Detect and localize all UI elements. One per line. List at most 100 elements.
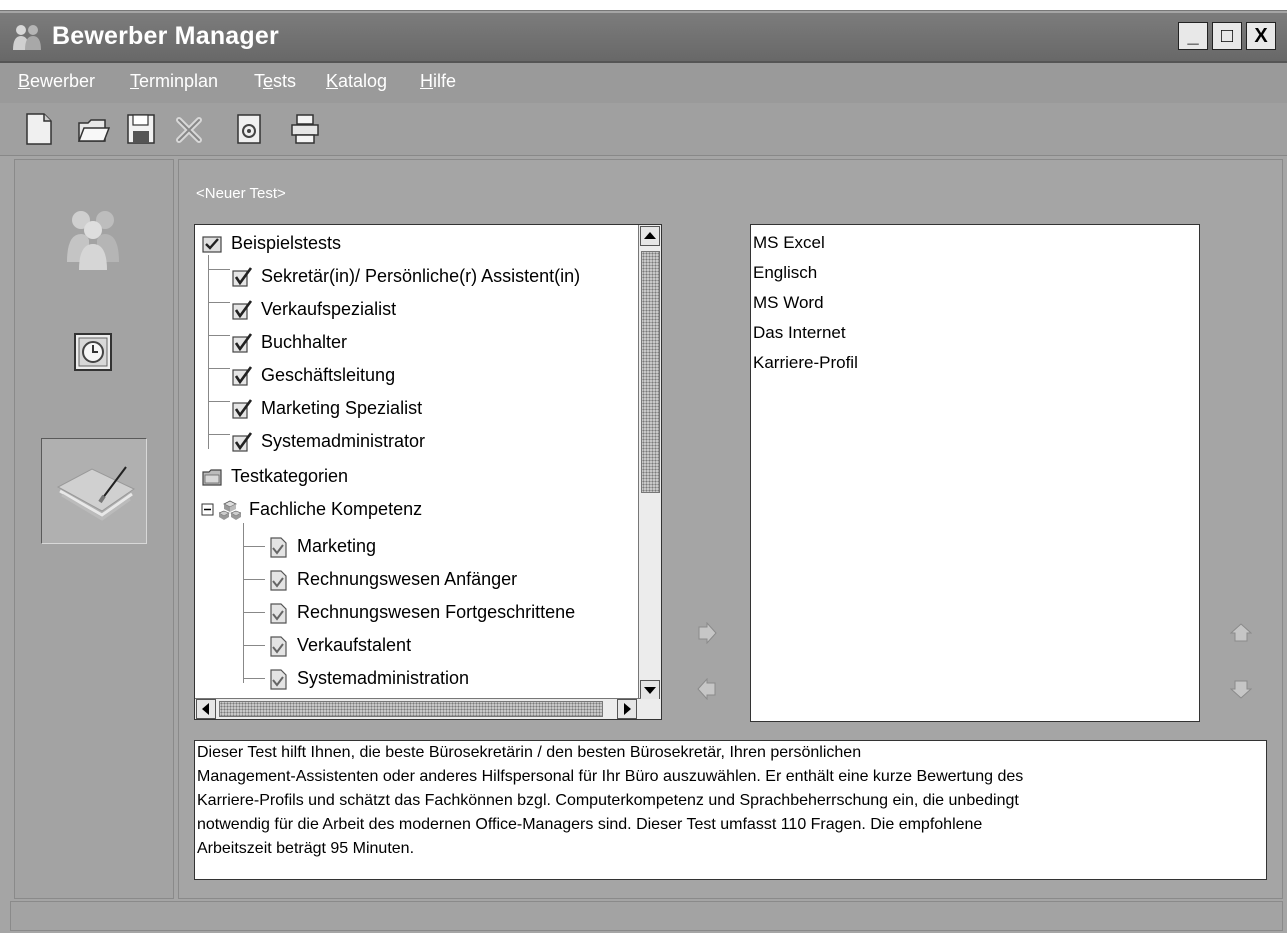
- test-document-icon: [270, 603, 287, 624]
- tree-node-sample[interactable]: Sekretär(in)/ Persönliche(r) Assistent(i…: [231, 262, 580, 290]
- menu-bewerber[interactable]: Bewerber: [18, 71, 95, 92]
- list-item[interactable]: Karriere-Profil: [753, 353, 858, 373]
- toolbar: [0, 103, 1287, 156]
- nav-applicants[interactable]: [41, 184, 147, 290]
- properties-icon[interactable]: [232, 111, 266, 147]
- scroll-up-button[interactable]: [640, 226, 660, 246]
- tree-node-label: Sekretär(in)/ Persönliche(r) Assistent(i…: [261, 266, 581, 286]
- tree-node-category-item[interactable]: Rechnungswesen Fortgeschrittene: [267, 598, 575, 626]
- menu-label: T: [254, 71, 263, 91]
- menu-mnemonic: T: [130, 71, 139, 91]
- schedule-icon: [74, 333, 112, 371]
- delete-icon[interactable]: [172, 111, 206, 147]
- tree-node-label: Rechnungswesen Anfänger: [297, 569, 518, 589]
- menu-mnemonic: K: [326, 71, 339, 91]
- tree-node-fachliche-kompetenz[interactable]: Fachliche Kompetenz: [201, 495, 422, 523]
- menu-bar: Bewerber Terminplan Tests Katalog Hilfe: [0, 63, 1287, 103]
- scroll-left-button[interactable]: [196, 699, 216, 719]
- tree-line: [243, 546, 265, 547]
- tree-node-label: Systemadministrator: [261, 431, 426, 451]
- checkbox-checked-icon: [232, 366, 253, 386]
- horizontal-scroll-thumb[interactable]: [219, 701, 603, 717]
- tree-node-label: Fachliche Kompetenz: [249, 499, 423, 519]
- tree-node-beispielstests[interactable]: Beispielstests: [201, 229, 341, 257]
- status-bar: [10, 901, 1283, 931]
- tree-node-category-item[interactable]: Marketing: [267, 532, 376, 560]
- checkbox-checked-icon: [232, 267, 253, 287]
- tree-node-sample[interactable]: Marketing Spezialist: [231, 394, 422, 422]
- tree-node-sample[interactable]: Buchhalter: [231, 328, 347, 356]
- description-line: Karriere-Profils und schätzt das Fachkön…: [197, 792, 1019, 809]
- tree-node-category-item[interactable]: Rechnungswesen Anfänger: [267, 565, 517, 593]
- test-document-icon: [270, 537, 287, 558]
- open-folder-icon[interactable]: [76, 111, 110, 147]
- tree-line: [243, 645, 265, 646]
- top-border: [0, 0, 1287, 11]
- tree-node-label: Systemadministration: [297, 668, 470, 688]
- new-file-icon[interactable]: [22, 111, 56, 147]
- tree-node-sample[interactable]: Geschäftsleitung: [231, 361, 395, 389]
- menu-terminplan[interactable]: Terminplan: [130, 71, 218, 92]
- title-bar: Bewerber Manager _ □ X: [0, 13, 1287, 63]
- move-down-arrow-icon[interactable]: [1230, 678, 1252, 700]
- test-tree: Beispielstests Sekretär(in)/ Persönliche…: [194, 224, 662, 720]
- tree-node-category-item[interactable]: Verkaufstalent: [267, 631, 411, 659]
- tree-line: [208, 401, 230, 402]
- menu-label: ts: [282, 71, 297, 91]
- list-item[interactable]: MS Excel: [753, 233, 825, 253]
- tree-node-label: Verkaufstalent: [297, 635, 412, 655]
- tree-line: [243, 678, 265, 679]
- tree-horizontal-scrollbar[interactable]: [195, 698, 641, 719]
- tree-line: [208, 335, 230, 336]
- save-icon[interactable]: [124, 111, 158, 147]
- nav-schedule[interactable]: [41, 300, 147, 406]
- tree-line: [243, 612, 265, 613]
- menu-katalog[interactable]: Katalog: [326, 71, 387, 92]
- menu-hilfe[interactable]: Hilfe: [420, 71, 456, 92]
- scroll-down-button[interactable]: [640, 680, 660, 700]
- collapse-minus-icon[interactable]: [201, 499, 215, 521]
- print-icon[interactable]: [288, 111, 322, 147]
- test-name-label[interactable]: <Neuer Test>: [196, 185, 286, 202]
- tree-line: [208, 255, 209, 449]
- add-test-arrow-icon[interactable]: [696, 622, 718, 644]
- test-document-icon: [270, 669, 287, 690]
- scroll-right-button[interactable]: [617, 699, 637, 719]
- list-item[interactable]: Englisch: [753, 263, 817, 283]
- tree-node-sample[interactable]: Verkaufspezialist: [231, 295, 396, 323]
- tree-node-category-item[interactable]: Systemadministration: [267, 664, 469, 692]
- menu-mnemonic: H: [420, 71, 433, 91]
- menu-tests[interactable]: Tests: [254, 71, 296, 92]
- menu-label: s: [273, 71, 283, 91]
- checked-folder-icon: [202, 236, 222, 253]
- vertical-scroll-thumb[interactable]: [641, 251, 660, 493]
- tree-node-label: Testkategorien: [231, 466, 349, 486]
- tree-line: [243, 523, 244, 683]
- list-item[interactable]: Das Internet: [753, 323, 846, 343]
- checkbox-checked-icon: [232, 399, 253, 419]
- folder-icon: [202, 469, 222, 486]
- window-title: Bewerber Manager: [52, 22, 279, 50]
- nav-tests[interactable]: [41, 438, 147, 544]
- remove-test-arrow-icon[interactable]: [696, 678, 718, 700]
- tree-line: [208, 302, 230, 303]
- checkbox-checked-icon: [232, 300, 253, 320]
- tree-line: [208, 269, 230, 270]
- close-button[interactable]: X: [1246, 22, 1276, 50]
- tree-node-label: Buchhalter: [261, 332, 348, 352]
- description-line: Dieser Test hilft Ihnen, die beste Büros…: [197, 744, 862, 761]
- tree-vertical-scrollbar[interactable]: [638, 225, 661, 701]
- list-item[interactable]: MS Word: [753, 293, 824, 313]
- move-up-arrow-icon[interactable]: [1230, 622, 1252, 644]
- tree-node-sample[interactable]: Systemadministrator: [231, 427, 425, 455]
- maximize-button[interactable]: □: [1212, 22, 1242, 50]
- menu-mnemonic: e: [263, 71, 274, 91]
- minimize-button[interactable]: _: [1178, 22, 1208, 50]
- menu-label: atalog: [338, 71, 388, 91]
- tree-line: [208, 368, 230, 369]
- tree-node-testkategorien[interactable]: Testkategorien: [201, 462, 348, 490]
- scroll-corner: [639, 699, 661, 719]
- tree-line: [208, 434, 230, 435]
- tree-node-label: Marketing Spezialist: [261, 398, 423, 418]
- arrow-up-icon: [644, 232, 656, 239]
